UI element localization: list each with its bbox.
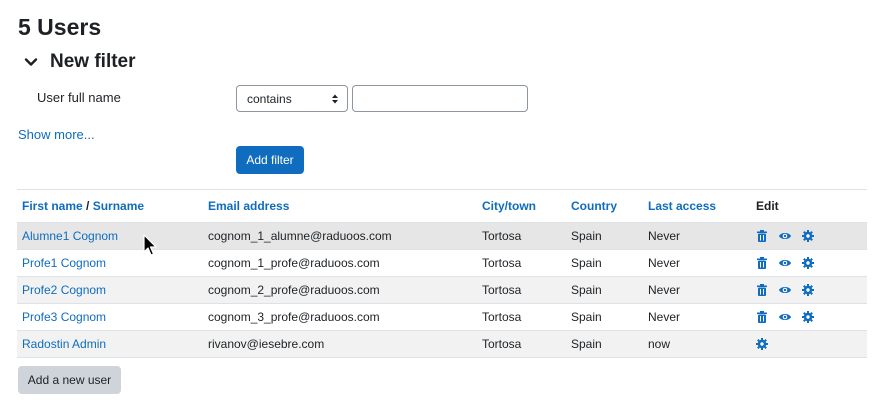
show-more-link[interactable]: Show more... [18,127,95,143]
user-name-link[interactable]: Profe1 Cognom [22,256,106,270]
delete-icon[interactable] [756,257,768,269]
delete-icon[interactable] [756,311,768,323]
user-country: Spain [571,310,602,324]
users-table: First name / Surname Email address City/… [17,189,867,358]
header-edit: Edit [756,199,779,213]
user-country: Spain [571,256,602,270]
table-row: Profe2 Cognom cognom_2_profe@raduoos.com… [17,277,867,304]
settings-icon[interactable] [802,230,814,242]
user-name-link[interactable]: Radostin Admin [22,337,106,351]
sort-city-link[interactable]: City/town [482,199,536,213]
user-last-access: Never [648,256,681,270]
user-last-access: now [648,337,671,351]
header-email: Email address [208,190,289,222]
user-full-name-label: User full name [37,90,121,105]
sort-email-link[interactable]: Email address [208,199,289,213]
view-icon[interactable] [779,284,791,296]
user-last-access: Never [648,283,681,297]
delete-icon[interactable] [756,284,768,296]
filter-title: New filter [50,51,136,72]
settings-icon[interactable] [802,284,814,296]
add-filter-button[interactable]: Add filter [236,146,304,174]
user-country: Spain [571,229,602,243]
sort-country-link[interactable]: Country [571,199,617,213]
header-city: City/town [482,190,536,222]
user-last-access: Never [648,229,681,243]
user-city: Tortosa [482,283,522,297]
view-icon[interactable] [779,311,791,323]
page-title: 5 Users [18,14,102,40]
sort-last-access-link[interactable]: Last access [648,199,716,213]
settings-icon[interactable] [756,338,768,350]
user-email: cognom_3_profe@raduoos.com [208,310,380,324]
sort-surname-link[interactable]: Surname [93,199,144,213]
add-new-user-button[interactable]: Add a new user [18,366,121,394]
user-name-link[interactable]: Profe3 Cognom [22,310,106,324]
sort-firstname-link[interactable]: First name [22,199,83,213]
select-arrows-icon [332,94,338,104]
filter-operator-select[interactable]: contains [236,85,348,112]
delete-icon[interactable] [756,230,768,242]
table-row: Radostin Admin rivanov@iesebre.com Torto… [17,331,867,358]
table-header-row: First name / Surname Email address City/… [17,190,867,223]
user-email: rivanov@iesebre.com [208,337,325,351]
user-email: cognom_1_profe@raduoos.com [208,256,380,270]
filter-toggle[interactable]: New filter [24,50,136,74]
mouse-pointer-icon [143,234,157,256]
user-name-link[interactable]: Alumne1 Cognom [22,229,118,243]
header-name: First name / Surname [22,190,144,222]
view-icon[interactable] [779,230,791,242]
user-city: Tortosa [482,229,522,243]
settings-icon[interactable] [802,311,814,323]
header-country: Country [571,190,617,222]
chevron-down-icon [24,58,38,66]
filter-operator-value: contains [247,91,292,106]
user-city: Tortosa [482,337,522,351]
user-email: cognom_2_profe@raduoos.com [208,283,380,297]
user-city: Tortosa [482,256,522,270]
user-email: cognom_1_alumne@raduoos.com [208,229,392,243]
settings-icon[interactable] [802,257,814,269]
user-country: Spain [571,337,602,351]
view-icon[interactable] [779,257,791,269]
header-separator: / [82,199,93,213]
user-name-link[interactable]: Profe2 Cognom [22,283,106,297]
table-row: Profe3 Cognom cognom_3_profe@raduoos.com… [17,304,867,331]
user-last-access: Never [648,310,681,324]
header-last-access: Last access [648,190,716,222]
filter-value-input[interactable] [352,85,528,112]
user-country: Spain [571,283,602,297]
user-city: Tortosa [482,310,522,324]
